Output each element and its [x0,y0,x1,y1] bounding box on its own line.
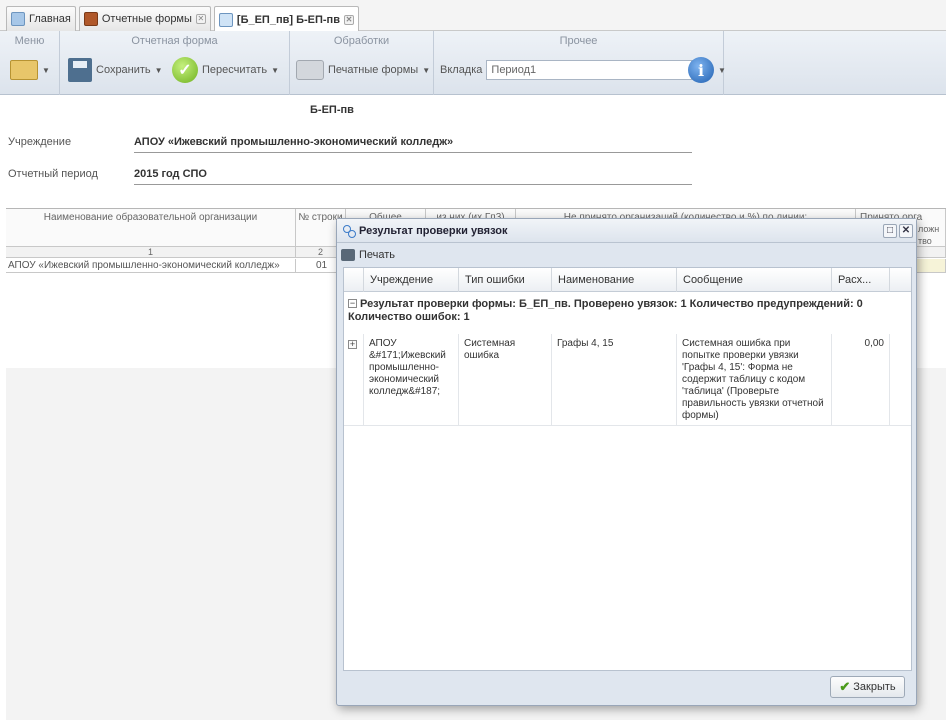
save-button[interactable]: Сохранить ▼ [68,55,163,85]
name-cell: Графы 4, 15 [552,334,677,426]
column-header-institution[interactable]: Учреждение [364,268,459,292]
tab-report-forms[interactable]: Отчетные формы ✕ [78,6,211,31]
check-icon: ✓ [172,57,198,83]
tab-form-b-ep-pv[interactable]: [Б_ЕП_пв] Б-ЕП-пв ✕ [213,6,359,32]
period-label: Отчетный период [8,168,98,180]
diff-cell: 0,00 [832,334,890,426]
info-button[interactable]: i ▼ [688,55,726,85]
printer-icon [296,60,324,80]
toolbar-ribbon: Меню ▼ Отчетная форма Сохранить ▼ ✓ Пере… [0,31,946,95]
tab-home[interactable]: Главная [6,6,76,31]
subheader: ложн [918,224,940,234]
close-icon[interactable]: ✕ [343,14,354,25]
tab-selector: Вкладка Период1 ▼ [440,55,709,85]
group-title: Меню [14,35,45,47]
close-icon[interactable]: ✕ [195,14,206,24]
link-check-result-window: Результат проверки увязок □ ✕ Печать Учр… [336,218,917,706]
other-group: Прочее Вкладка Период1 ▼ i ▼ [434,31,726,95]
tab-label: [Б_ЕП_пв] Б-ЕП-пв [236,13,340,26]
link-icon [343,224,356,238]
column-expander [344,268,364,292]
save-label: Сохранить [96,64,151,76]
form-icon [218,12,233,27]
tab-label: Главная [29,13,71,25]
processing-group: Обработки Печатные формы ▼ [290,31,434,95]
period-value: 2015 год СПО [134,168,692,185]
report-form-group: Отчетная форма Сохранить ▼ ✓ Пересчитать… [60,31,290,95]
column-header-message[interactable]: Сообщение [677,268,832,292]
expand-icon[interactable]: + [348,340,357,349]
table-row[interactable]: + АПОУ &#171;Ижевский промышленно-эконом… [344,334,911,426]
close-label: Закрыть [853,681,896,693]
menu-group: Меню ▼ [0,31,60,95]
print-label: Печать [359,249,396,261]
collapse-icon[interactable]: − [348,299,357,308]
results-grid: Учреждение Тип ошибки Наименование Сообщ… [343,267,912,671]
column-header-diff[interactable]: Расх... [832,268,890,292]
close-button[interactable]: ✔ Закрыть [830,676,905,698]
row-name-cell[interactable]: АПОУ «Ижевский промышленно-экономический… [6,259,296,273]
form-code: Б-ЕП-пв [310,104,354,116]
chevron-down-icon: ▼ [42,65,50,75]
group-title: Прочее [559,35,598,47]
save-icon [68,58,92,82]
row-value-cell[interactable] [916,259,946,273]
printer-icon [341,249,355,261]
info-icon: i [688,57,714,83]
recalculate-label: Пересчитать [202,64,268,76]
book-icon [83,12,98,26]
print-forms-button[interactable]: Печатные формы ▼ [296,55,430,85]
expander-cell: + [344,334,364,426]
chevron-down-icon: ▼ [718,65,726,75]
tab-label: Отчетные формы [101,13,192,25]
check-icon: ✔ [839,679,851,694]
print-button[interactable]: Печать [341,245,395,265]
window-title: Результат проверки увязок [359,224,508,237]
close-icon[interactable]: ✕ [899,224,913,238]
chevron-down-icon: ▼ [422,65,431,75]
results-header: Учреждение Тип ошибки Наименование Сообщ… [344,268,911,292]
column-header-error-type[interactable]: Тип ошибки [459,268,552,292]
column-number: 1 [6,247,296,258]
print-forms-label: Печатные формы [328,64,419,76]
chevron-down-icon: ▼ [154,65,163,75]
window-title-bar[interactable]: Результат проверки увязок □ ✕ [337,219,916,243]
column-header: Наименование образовательной организации [6,209,296,247]
group-summary-row[interactable]: − Результат проверки формы: Б_ЕП_пв. Пров… [348,298,908,324]
tab-select-input[interactable]: Период1 ▼ [486,60,709,80]
group-title: Отчетная форма [131,35,218,47]
subheader: тво [918,236,932,246]
column-header-name[interactable]: Наименование [552,268,677,292]
group-summary-text: Результат проверки формы: Б_ЕП_пв. Прове… [348,298,863,323]
institution-label: Учреждение [8,136,72,148]
home-icon [11,12,25,26]
tab-selector-label: Вкладка [440,64,483,76]
menu-button[interactable]: ▼ [10,55,50,85]
tab-bar: Главная Отчетные формы ✕ [Б_ЕП_пв] Б-ЕП-… [0,0,946,32]
message-cell: Системная ошибка при попытке проверки ув… [677,334,832,426]
chevron-down-icon: ▼ [271,65,279,75]
error-type-cell: Системная ошибка [459,334,552,426]
maximize-icon[interactable]: □ [883,224,897,238]
tab-select-value: Период1 [491,64,537,76]
recalculate-button[interactable]: ✓ Пересчитать ▼ [172,55,279,85]
institution-cell: АПОУ &#171;Ижевский промышленно-экономич… [364,334,459,426]
institution-value: АПОУ «Ижевский промышленно-экономический… [134,136,692,153]
folder-icon [10,60,38,80]
group-title: Обработки [333,35,390,47]
